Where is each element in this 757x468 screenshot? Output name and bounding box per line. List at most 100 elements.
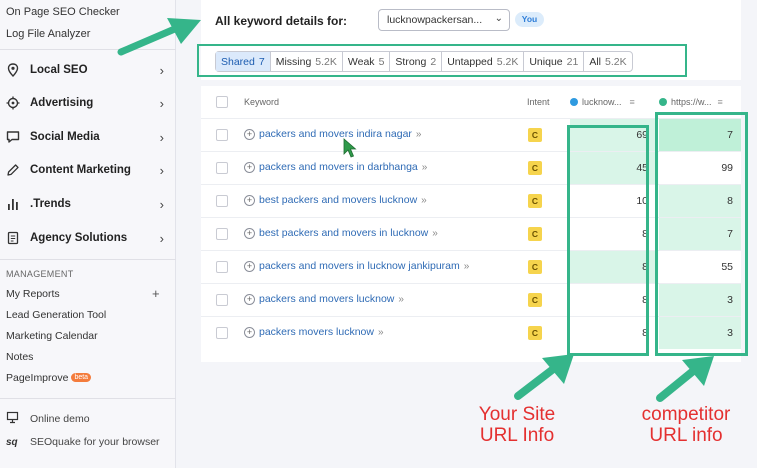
sidebar-item-content-marketing[interactable]: Content Marketing › xyxy=(0,158,176,182)
keyword-link[interactable]: + packers and movers indira nagar » xyxy=(244,128,421,140)
seoquake-icon: sq xyxy=(6,436,18,448)
add-keyword-icon[interactable]: + xyxy=(244,326,255,338)
double-chevron-icon[interactable]: » xyxy=(421,195,427,206)
beta-badge: beta xyxy=(71,373,92,382)
domain-select[interactable]: lucknowpackersan... ⌄ xyxy=(378,9,510,31)
intent-badge: C xyxy=(528,293,542,307)
sidebar-item-social-media[interactable]: Social Media › xyxy=(0,125,176,149)
annotation-arrow-icon xyxy=(117,18,201,56)
keyword-link[interactable]: + best packers and movers in lucknow» xyxy=(244,227,438,239)
column-header-intent[interactable]: Intent xyxy=(527,86,550,118)
intent-badge: C xyxy=(528,260,542,274)
domain-select-value: lucknowpackersan... xyxy=(387,14,483,26)
sidebar-item-agency-solutions[interactable]: Agency Solutions › xyxy=(0,226,176,250)
keyword-link[interactable]: + packers and movers lucknow» xyxy=(244,293,404,305)
row-checkbox[interactable] xyxy=(216,162,228,174)
blue-dot-icon xyxy=(570,98,578,106)
competitor-annotation-line2: URL info xyxy=(649,425,723,446)
row-checkbox[interactable] xyxy=(216,327,228,339)
document-icon xyxy=(6,231,20,245)
add-keyword-icon[interactable]: + xyxy=(244,260,255,272)
add-report-icon[interactable]: + xyxy=(152,286,160,301)
sidebar-item-label: Advertising xyxy=(30,97,94,109)
double-chevron-icon[interactable]: » xyxy=(422,162,428,173)
sidebar-link-on-page-seo-checker[interactable]: On Page SEO Checker xyxy=(6,6,120,18)
sidebar-item-advertising[interactable]: Advertising › xyxy=(0,91,176,115)
row-checkbox[interactable] xyxy=(216,261,228,273)
management-heading: MANAGEMENT xyxy=(6,269,74,279)
location-pin-icon xyxy=(6,63,20,77)
presentation-icon xyxy=(6,411,20,427)
double-chevron-icon[interactable]: » xyxy=(378,327,384,338)
column-header-keyword[interactable]: Keyword xyxy=(244,86,279,118)
sort-icon: ≡ xyxy=(629,97,635,107)
sidebar-link-notes[interactable]: Notes xyxy=(6,351,33,363)
chevron-right-icon: › xyxy=(159,197,164,212)
competitor-annotation-line1: competitor xyxy=(641,404,731,425)
pageimprove-label: PageImprove xyxy=(6,372,69,384)
keyword-text: best packers and movers in lucknow xyxy=(259,227,429,239)
your-site-annotation: Your Site URL Info xyxy=(462,404,572,446)
you-badge: You xyxy=(515,12,544,27)
row-checkbox[interactable] xyxy=(216,294,228,306)
select-all-checkbox[interactable] xyxy=(216,96,228,108)
target-icon xyxy=(6,96,20,110)
sidebar-item-label: Social Media xyxy=(30,131,100,143)
sidebar-link-pageimprove[interactable]: PageImprove beta xyxy=(6,372,92,384)
sidebar-link-online-demo[interactable]: Online demo xyxy=(6,411,90,427)
bar-chart-icon xyxy=(6,197,20,211)
pencil-icon xyxy=(6,163,20,177)
add-keyword-icon[interactable]: + xyxy=(244,128,255,140)
keyword-link[interactable]: + best packers and movers lucknow» xyxy=(244,194,427,206)
sidebar-link-log-file-analyzer[interactable]: Log File Analyzer xyxy=(6,28,90,40)
add-keyword-icon[interactable]: + xyxy=(244,161,255,173)
chevron-down-icon: ⌄ xyxy=(494,13,503,24)
page-title: All keyword details for: xyxy=(215,14,348,28)
double-chevron-icon[interactable]: » xyxy=(398,294,404,305)
online-demo-label: Online demo xyxy=(30,413,90,425)
sort-icon: ≡ xyxy=(717,97,723,107)
your-site-annotation-line2: URL Info xyxy=(479,425,555,446)
intent-badge: C xyxy=(528,161,542,175)
intent-badge: C xyxy=(528,194,542,208)
sidebar-item-trends[interactable]: .Trends › xyxy=(0,192,176,216)
keyword-text: packers movers lucknow xyxy=(259,326,374,338)
tabs-highlight-box xyxy=(197,44,687,77)
double-chevron-icon[interactable]: » xyxy=(464,261,470,272)
keyword-link[interactable]: + packers and movers in lucknow jankipura… xyxy=(244,260,469,272)
competitor-annotation: competitor URL info xyxy=(626,404,746,446)
sidebar-link-marketing-calendar[interactable]: Marketing Calendar xyxy=(6,330,98,342)
column-header-your-site[interactable]: lucknow... ≡ xyxy=(570,86,656,118)
double-chevron-icon[interactable]: » xyxy=(416,129,422,140)
annotation-arrow-icon xyxy=(656,356,714,402)
sidebar-item-local-seo[interactable]: Local SEO › xyxy=(0,58,176,82)
keyword-link[interactable]: + packers and movers in darbhanga » xyxy=(244,161,427,173)
sidebar-item-label: Agency Solutions xyxy=(30,232,128,244)
row-checkbox[interactable] xyxy=(216,129,228,141)
keyword-text: packers and movers indira nagar xyxy=(259,128,412,140)
sidebar-link-seoquake[interactable]: sq SEOquake for your browser xyxy=(6,436,160,448)
chevron-right-icon: › xyxy=(159,130,164,145)
keyword-text: best packers and movers lucknow xyxy=(259,194,418,206)
green-dot-icon xyxy=(659,98,667,106)
column-header-competitor-label: https://w... xyxy=(671,97,712,107)
sidebar-link-lead-generation-tool[interactable]: Lead Generation Tool xyxy=(6,309,106,321)
sidebar: On Page SEO Checker Log File Analyzer Lo… xyxy=(0,0,176,468)
row-checkbox[interactable] xyxy=(216,228,228,240)
keyword-link[interactable]: + packers movers lucknow » xyxy=(244,326,384,338)
add-keyword-icon[interactable]: + xyxy=(244,194,255,206)
keyword-details-header: All keyword details for: lucknowpackersa… xyxy=(201,0,741,40)
competitor-column-highlight xyxy=(655,112,748,356)
sidebar-divider xyxy=(0,398,176,399)
seoquake-label: SEOquake for your browser xyxy=(30,436,160,448)
add-keyword-icon[interactable]: + xyxy=(244,227,255,239)
row-checkbox[interactable] xyxy=(216,195,228,207)
add-keyword-icon[interactable]: + xyxy=(244,293,255,305)
intent-badge: C xyxy=(528,128,542,142)
chat-bubble-icon xyxy=(6,130,20,144)
sidebar-link-my-reports[interactable]: My Reports xyxy=(6,288,60,300)
chevron-right-icon: › xyxy=(159,231,164,246)
chevron-right-icon: › xyxy=(159,163,164,178)
double-chevron-icon[interactable]: » xyxy=(432,228,438,239)
sidebar-item-label: Local SEO xyxy=(30,64,88,76)
